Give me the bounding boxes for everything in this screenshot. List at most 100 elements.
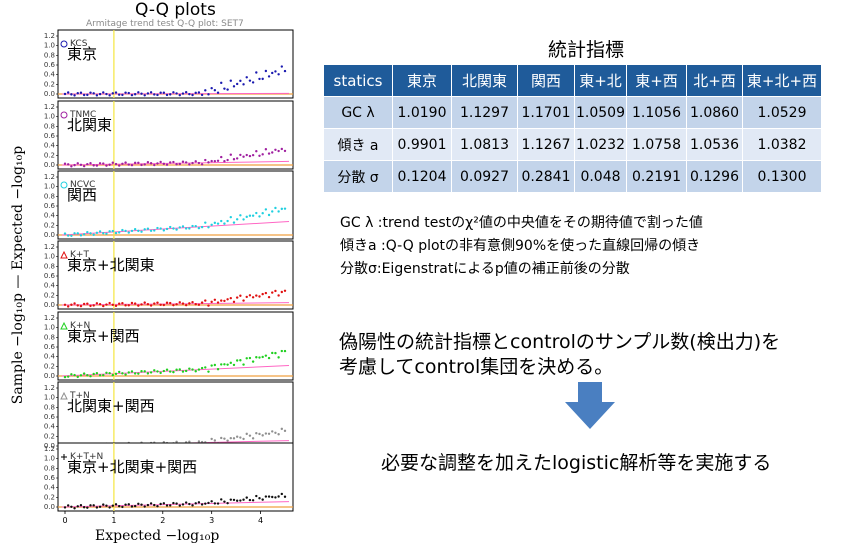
data-point	[105, 164, 108, 167]
y-tick-label: 1.2	[44, 384, 55, 392]
data-point	[232, 437, 236, 440]
row-label: GC λ	[323, 96, 393, 129]
table-cell: 0.9901	[392, 128, 452, 161]
data-point	[235, 218, 239, 221]
data-point	[220, 436, 223, 440]
data-point	[63, 506, 67, 509]
data-point	[229, 215, 232, 219]
data-point	[127, 503, 130, 506]
data-point	[242, 218, 245, 221]
note-slope: 傾きa :Q-Q plotの非有意側90%を使った直線回帰の傾き	[340, 238, 701, 254]
data-point	[207, 93, 210, 96]
data-point	[283, 149, 287, 153]
data-point	[121, 301, 124, 305]
data-point	[89, 504, 92, 507]
data-point	[267, 152, 271, 155]
data-point	[143, 505, 146, 508]
data-point	[137, 304, 140, 307]
data-point	[223, 160, 226, 163]
data-point	[86, 162, 89, 166]
y-tick-label: 0.0	[44, 372, 55, 380]
data-point	[207, 161, 210, 164]
y-tick-label: 0.4	[44, 142, 56, 150]
data-point	[210, 500, 213, 503]
data-point	[108, 506, 111, 509]
data-point	[121, 372, 124, 375]
data-point	[102, 232, 105, 235]
data-point	[95, 164, 99, 167]
data-point	[86, 374, 89, 377]
y-tick-label: 0.2	[44, 221, 55, 229]
y-tick-label: 0.4	[44, 212, 56, 220]
data-point	[197, 161, 201, 165]
data-point	[63, 375, 67, 379]
data-point	[66, 375, 70, 378]
data-point	[194, 224, 197, 228]
data-point	[76, 505, 79, 508]
data-point	[178, 226, 181, 229]
data-point	[70, 505, 73, 509]
data-point	[137, 229, 140, 233]
panel-label: 関西	[67, 186, 97, 204]
data-point	[248, 356, 252, 360]
data-point	[159, 160, 162, 164]
table-header-row: statics 東京 北関東 関西 東+北 東+西 北+西 東+北+西	[323, 64, 822, 97]
data-point	[98, 505, 102, 508]
data-point	[156, 93, 159, 97]
y-tick-label: 1.0	[44, 253, 55, 261]
data-point	[181, 160, 185, 163]
data-point	[127, 371, 130, 374]
data-point	[267, 75, 271, 78]
data-point	[172, 501, 175, 505]
y-tick-label: 0.2	[44, 80, 55, 88]
y-tick-label: 0.8	[44, 333, 55, 341]
data-point	[184, 161, 188, 164]
y-tick-label: 1.2	[44, 103, 55, 111]
data-point	[181, 302, 185, 305]
data-point	[172, 227, 175, 230]
data-point	[143, 163, 146, 166]
data-point	[216, 159, 220, 162]
y-tick-label: 0.4	[44, 71, 56, 79]
table-cell: 1.1267	[517, 128, 575, 161]
data-point	[255, 432, 258, 435]
y-tick-label: 0.8	[44, 51, 55, 59]
panel-label: 東京+北関東	[67, 256, 155, 274]
data-point	[162, 162, 166, 166]
data-point	[165, 227, 169, 231]
data-point	[271, 430, 274, 433]
data-point	[264, 291, 268, 295]
data-point	[248, 154, 252, 158]
panel-label: 東京+関西	[67, 327, 140, 345]
conclusion-text: 必要な調整を加えたlogistic解析等を実施する	[381, 452, 772, 474]
data-point	[239, 436, 242, 439]
table-cell: 1.0509	[574, 96, 627, 129]
data-point	[274, 431, 277, 434]
y-tick-label: 0.8	[44, 262, 55, 270]
y-tick-label: 0.0	[44, 301, 55, 309]
data-point	[213, 159, 217, 163]
y-tick-label: 0.6	[44, 202, 56, 210]
panel-frame	[57, 240, 294, 310]
x-tick-label: 3	[209, 516, 214, 525]
y-tick-label: 0.0	[44, 161, 55, 169]
x-tick-label: 1	[111, 516, 116, 525]
data-point	[92, 233, 95, 236]
data-point	[280, 147, 284, 151]
data-point	[86, 302, 89, 305]
data-point	[63, 162, 67, 165]
table-row: 分散 σ 0.1204 0.0927 0.2841 0.048 0.2191 0…	[323, 160, 822, 193]
table-cell: 1.0536	[686, 128, 743, 161]
data-point	[175, 92, 178, 95]
y-tick-label: 0.2	[44, 432, 55, 440]
data-point	[92, 304, 95, 307]
data-point	[235, 435, 239, 438]
data-point	[239, 79, 242, 83]
data-point	[159, 502, 162, 506]
table-cell: 1.0813	[451, 128, 518, 161]
data-point	[188, 502, 191, 506]
data-point	[210, 86, 213, 90]
data-point	[245, 295, 248, 299]
data-point	[277, 433, 280, 436]
data-point	[98, 302, 102, 306]
